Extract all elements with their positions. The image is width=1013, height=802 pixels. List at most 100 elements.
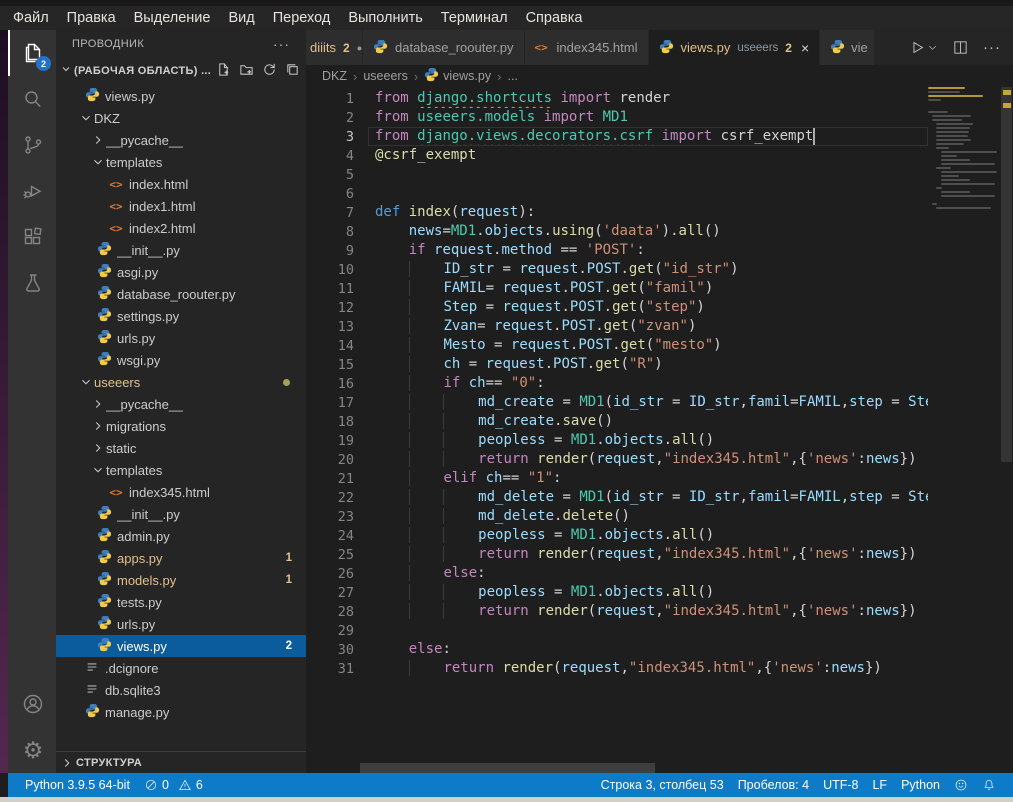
status-bar: Python 3.9.5 64-bit06 Строка 3, столбец 5… — [8, 773, 1013, 797]
python-file-icon — [97, 307, 112, 325]
tab-close-icon[interactable]: × — [801, 40, 809, 56]
refresh-icon[interactable] — [262, 62, 277, 80]
code-line-10: 10 ID_str = request.POST.get("id_str") — [306, 260, 928, 279]
tree-item-__pycache__[interactable]: __pycache__ — [56, 393, 306, 415]
problems-indicator[interactable]: 06 — [137, 773, 210, 797]
vertical-scrollbar[interactable] — [1000, 87, 1013, 773]
html-file-icon: <> — [535, 41, 548, 54]
tree-item-__init__.py[interactable]: __init__.py — [56, 239, 306, 261]
tab-label: database_roouter.py — [395, 40, 514, 55]
testing-icon[interactable] — [8, 260, 56, 306]
tab-vie[interactable]: vie — [820, 30, 874, 65]
cursor-position[interactable]: Строка 3, столбец 53 — [594, 778, 731, 792]
workspace-label: (РАБОЧАЯ ОБЛАСТЬ) ... — [74, 65, 211, 77]
tree-item-urls.py[interactable]: urls.py — [56, 613, 306, 635]
line-number: 27 — [306, 585, 368, 601]
tree-item-urls.py[interactable]: urls.py — [56, 327, 306, 349]
tree-item-index.html[interactable]: <>index.html — [56, 173, 306, 195]
tree-item-__init__.py[interactable]: __init__.py — [56, 503, 306, 525]
line-number: 13 — [306, 319, 368, 335]
code-line-12: 12 Step = request.POST.get("step") — [306, 298, 928, 317]
feedback-smiley-icon[interactable] — [947, 778, 975, 792]
tree-item-settings.py[interactable]: settings.py — [56, 305, 306, 327]
breadcrumb-item-...[interactable]: ... — [507, 69, 517, 83]
breadcrumb-item-useeers[interactable]: useeers — [363, 69, 407, 83]
settings-gear-icon[interactable]: ⚙ — [8, 727, 56, 773]
source-control-icon[interactable] — [8, 122, 56, 168]
tree-item-.dcignore[interactable]: .dcignore — [56, 657, 306, 679]
line-number: 23 — [306, 509, 368, 525]
tree-item-admin.py[interactable]: admin.py — [56, 525, 306, 547]
menu-item-правка[interactable]: Правка — [58, 8, 125, 28]
tree-item-templates[interactable]: templates — [56, 151, 306, 173]
breadcrumb-item-DKZ[interactable]: DKZ — [322, 69, 347, 83]
tab-database_roouter.py[interactable]: database_roouter.py — [363, 30, 525, 65]
menu-item-файл[interactable]: Файл — [4, 8, 58, 28]
minimap[interactable] — [928, 87, 1000, 773]
tree-item-templates[interactable]: templates — [56, 459, 306, 481]
tree-item-index1.html[interactable]: <>index1.html — [56, 195, 306, 217]
split-editor-button[interactable] — [952, 39, 969, 56]
horizontal-scrollbar[interactable] — [360, 763, 655, 773]
menu-item-вид[interactable]: Вид — [219, 8, 263, 28]
new-folder-icon[interactable] — [239, 62, 254, 80]
python-file-icon — [97, 571, 112, 589]
tree-item-index345.html[interactable]: <>index345.html — [56, 481, 306, 503]
tree-item-index2.html[interactable]: <>index2.html — [56, 217, 306, 239]
run-debug-icon[interactable] — [8, 168, 56, 214]
tree-item-views.py[interactable]: views.py2 — [56, 635, 306, 657]
collapse-folders-icon[interactable] — [285, 62, 300, 80]
new-file-icon[interactable] — [216, 62, 231, 80]
tree-item-__pycache__[interactable]: __pycache__ — [56, 129, 306, 151]
run-python-file-button[interactable] — [909, 39, 938, 56]
tree-item-models.py[interactable]: models.py1 — [56, 569, 306, 591]
notifications-bell-icon[interactable] — [975, 778, 1003, 792]
explorer-icon[interactable]: 2 — [8, 30, 56, 76]
python-file-icon — [97, 615, 112, 633]
tree-item-tests.py[interactable]: tests.py — [56, 591, 306, 613]
outline-section-header[interactable]: СТРУКТУРА — [56, 751, 306, 773]
account-icon[interactable] — [8, 681, 56, 727]
tree-item-database_roouter.py[interactable]: database_roouter.py — [56, 283, 306, 305]
extensions-icon[interactable] — [8, 214, 56, 260]
tree-item-DKZ[interactable]: DKZ — [56, 107, 306, 129]
menu-item-справка[interactable]: Справка — [517, 8, 592, 28]
tree-item-label: __pycache__ — [106, 397, 183, 412]
tree-item-db.sqlite3[interactable]: db.sqlite3 — [56, 679, 306, 701]
tree-item-manage.py[interactable]: manage.py — [56, 701, 306, 723]
indentation[interactable]: Пробелов: 4 — [731, 778, 816, 792]
code-line-2: 2from useeers.models import MD1 — [306, 108, 928, 127]
tree-item-label: __pycache__ — [106, 133, 183, 148]
search-icon[interactable] — [8, 76, 56, 122]
tab-badge: 2 — [343, 41, 350, 55]
eol[interactable]: LF — [865, 778, 894, 792]
breadcrumb-item-views.py[interactable]: views.py — [424, 67, 491, 85]
line-number: 15 — [306, 357, 368, 373]
tab-diiits[interactable]: diiits2● — [306, 30, 363, 65]
line-number: 4 — [306, 148, 368, 164]
more-actions-button[interactable]: ··· — [983, 39, 1001, 56]
tab-views.py[interactable]: views.pyuseeers2× — [649, 30, 821, 65]
workspace-section-header[interactable]: (РАБОЧАЯ ОБЛАСТЬ) ... — [56, 58, 306, 83]
encoding[interactable]: UTF-8 — [816, 778, 865, 792]
tree-item-label: templates — [106, 155, 162, 170]
menu-item-терминал[interactable]: Терминал — [432, 8, 517, 28]
tree-item-asgi.py[interactable]: asgi.py — [56, 261, 306, 283]
errors-icon — [144, 778, 158, 792]
tree-item-apps.py[interactable]: apps.py1 — [56, 547, 306, 569]
tree-item-static[interactable]: static — [56, 437, 306, 459]
tree-item-useeers[interactable]: useeers — [56, 371, 306, 393]
chevron-right-icon — [90, 419, 106, 433]
text-file-icon — [85, 660, 99, 677]
menu-item-выделение[interactable]: Выделение — [125, 8, 220, 28]
tree-item-migrations[interactable]: migrations — [56, 415, 306, 437]
language-mode[interactable]: Python — [894, 778, 947, 792]
menu-item-переход[interactable]: Переход — [264, 8, 340, 28]
menu-item-выполнить[interactable]: Выполнить — [339, 8, 431, 28]
tree-item-wsgi.py[interactable]: wsgi.py — [56, 349, 306, 371]
code-editor[interactable]: 1from django.shortcuts import render2fro… — [306, 87, 1013, 773]
tree-item-views.py[interactable]: views.py — [56, 85, 306, 107]
sidebar-more-actions[interactable]: ··· — [273, 36, 290, 52]
tab-index345.html[interactable]: <>index345.html — [525, 30, 649, 65]
python-interpreter[interactable]: Python 3.9.5 64-bit — [18, 773, 137, 797]
